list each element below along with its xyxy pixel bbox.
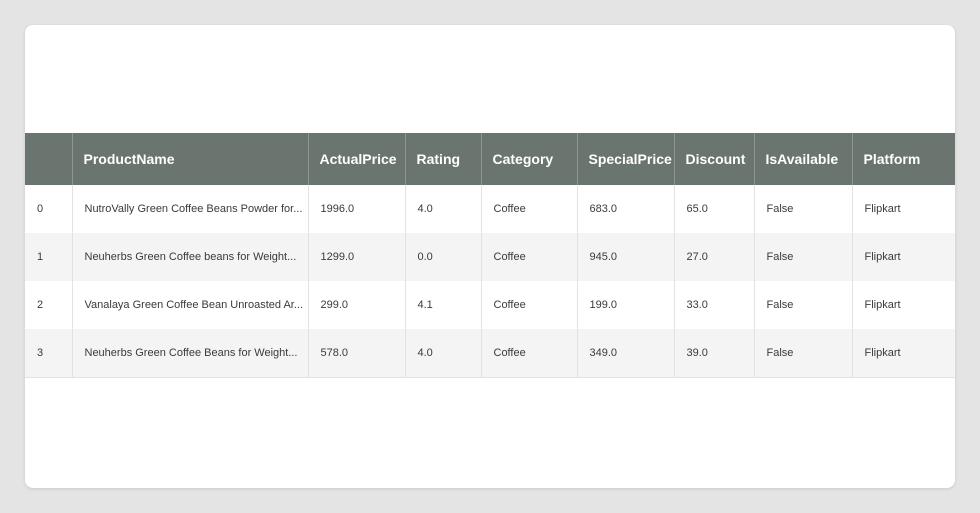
cell-discount: 27.0	[674, 233, 755, 281]
cell-category: Coffee	[481, 185, 578, 233]
table-row[interactable]: 2 Vanalaya Green Coffee Bean Unroasted A…	[25, 281, 955, 329]
cell-actualprice: 578.0	[308, 329, 406, 378]
cell-category: Coffee	[481, 233, 578, 281]
cell-isavailable: False	[754, 185, 853, 233]
header-category[interactable]: Category	[481, 133, 578, 185]
cell-actualprice: 1996.0	[308, 185, 406, 233]
cell-productname: Vanalaya Green Coffee Bean Unroasted Ar.…	[72, 281, 309, 329]
header-productname[interactable]: ProductName	[72, 133, 309, 185]
cell-rating: 4.0	[405, 329, 482, 378]
table-row[interactable]: 1 Neuherbs Green Coffee beans for Weight…	[25, 233, 955, 281]
cell-index: 2	[25, 281, 73, 329]
cell-rating: 0.0	[405, 233, 482, 281]
cell-index: 1	[25, 233, 73, 281]
cell-actualprice: 1299.0	[308, 233, 406, 281]
cell-rating: 4.0	[405, 185, 482, 233]
header-isavailable[interactable]: IsAvailable	[754, 133, 853, 185]
header-specialprice[interactable]: SpecialPrice	[577, 133, 675, 185]
cell-platform: Flipkart	[852, 233, 955, 281]
table-card: ProductName ActualPrice Rating Category …	[25, 25, 955, 488]
data-table: ProductName ActualPrice Rating Category …	[25, 133, 955, 378]
cell-isavailable: False	[754, 281, 853, 329]
header-actualprice[interactable]: ActualPrice	[308, 133, 406, 185]
cell-index: 0	[25, 185, 73, 233]
cell-discount: 65.0	[674, 185, 755, 233]
data-table-container: ProductName ActualPrice Rating Category …	[25, 133, 955, 378]
table-row[interactable]: 3 Neuherbs Green Coffee Beans for Weight…	[25, 329, 955, 378]
cell-specialprice: 349.0	[577, 329, 675, 378]
cell-index: 3	[25, 329, 73, 378]
table-body: 0 NutroVally Green Coffee Beans Powder f…	[25, 185, 955, 378]
cell-productname: NutroVally Green Coffee Beans Powder for…	[72, 185, 309, 233]
table-header: ProductName ActualPrice Rating Category …	[25, 133, 955, 185]
cell-discount: 33.0	[674, 281, 755, 329]
header-discount[interactable]: Discount	[674, 133, 755, 185]
cell-rating: 4.1	[405, 281, 482, 329]
cell-platform: Flipkart	[852, 281, 955, 329]
cell-specialprice: 945.0	[577, 233, 675, 281]
cell-discount: 39.0	[674, 329, 755, 378]
cell-productname: Neuherbs Green Coffee beans for Weight..…	[72, 233, 309, 281]
cell-isavailable: False	[754, 233, 853, 281]
header-platform[interactable]: Platform	[852, 133, 955, 185]
cell-actualprice: 299.0	[308, 281, 406, 329]
header-index[interactable]	[25, 133, 73, 185]
cell-isavailable: False	[754, 329, 853, 378]
cell-specialprice: 199.0	[577, 281, 675, 329]
header-rating[interactable]: Rating	[405, 133, 482, 185]
cell-platform: Flipkart	[852, 185, 955, 233]
cell-productname: Neuherbs Green Coffee Beans for Weight..…	[72, 329, 309, 378]
table-row[interactable]: 0 NutroVally Green Coffee Beans Powder f…	[25, 185, 955, 233]
cell-category: Coffee	[481, 281, 578, 329]
cell-category: Coffee	[481, 329, 578, 378]
header-row: ProductName ActualPrice Rating Category …	[25, 133, 955, 185]
cell-specialprice: 683.0	[577, 185, 675, 233]
cell-platform: Flipkart	[852, 329, 955, 378]
